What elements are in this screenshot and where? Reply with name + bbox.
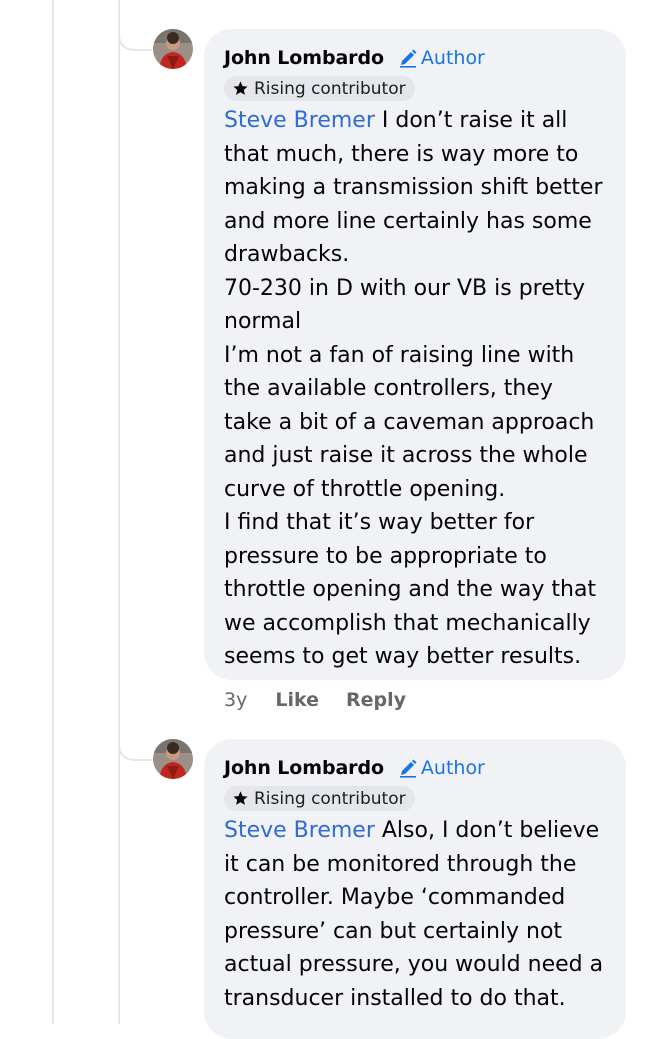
like-button[interactable]: Like <box>275 689 319 711</box>
mention-link[interactable]: Steve Bremer <box>224 818 375 843</box>
author-name[interactable]: John Lombardo <box>224 47 384 69</box>
reply-button[interactable]: Reply <box>346 689 406 711</box>
mention-link[interactable]: Steve Bremer <box>224 108 375 133</box>
contributor-badge-label: Rising contributor <box>254 78 406 99</box>
contributor-badge[interactable]: Rising contributor <box>224 786 415 811</box>
contributor-badge[interactable]: Rising contributor <box>224 76 415 101</box>
star-icon <box>233 791 248 805</box>
avatar[interactable] <box>153 739 193 779</box>
pencil-icon <box>399 49 417 68</box>
author-badge-label: Author <box>420 47 485 69</box>
comment-body: Also, I don’t believe it can be monitore… <box>224 818 604 1011</box>
contributor-badge-label: Rising contributor <box>254 788 406 809</box>
author-name[interactable]: John Lombardo <box>224 757 384 779</box>
comment-bubble: John Lombardo Author Rising contributor … <box>204 29 626 680</box>
author-badge: Author <box>398 47 485 69</box>
pencil-icon <box>399 759 417 778</box>
avatar[interactable] <box>153 29 193 69</box>
timestamp[interactable]: 3y <box>224 689 247 711</box>
comment-text: Steve Bremer I don’t raise it all that m… <box>224 104 606 674</box>
thread-connector-1 <box>118 20 152 51</box>
author-badge: Author <box>398 757 485 779</box>
thread-connector-2 <box>118 730 152 761</box>
thread-line-inner <box>118 0 120 1024</box>
thread-line-outer <box>52 0 54 1024</box>
comment-text: Steve Bremer Also, I don’t believe it ca… <box>224 814 606 1015</box>
comment-bubble: John Lombardo Author Rising contributor … <box>204 739 626 1039</box>
comment-actions: 3y Like Reply <box>224 689 406 711</box>
author-badge-label: Author <box>420 757 485 779</box>
comment-body: I don’t raise it all that much, there is… <box>224 108 603 669</box>
star-icon <box>233 81 248 95</box>
